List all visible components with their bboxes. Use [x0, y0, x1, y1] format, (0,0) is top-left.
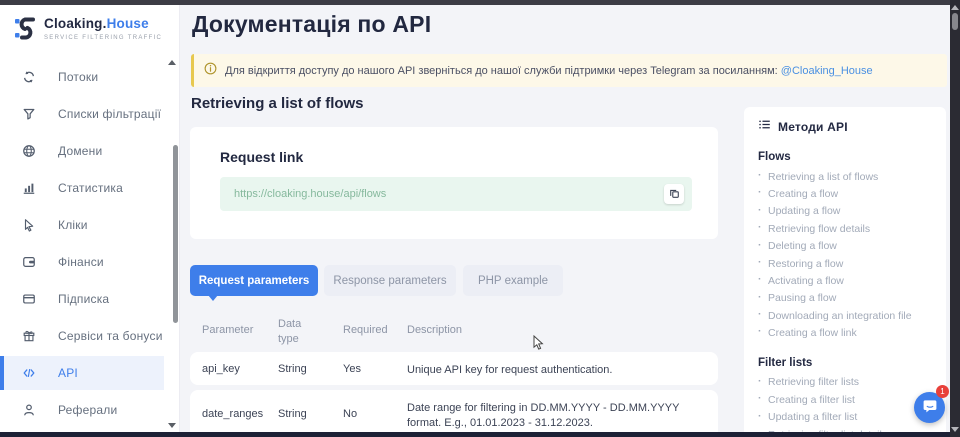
- banner-text: Для відкриття доступу до нашого API звер…: [225, 65, 873, 77]
- method-link[interactable]: Activating a flow: [758, 272, 934, 289]
- sidebar-item-subscription[interactable]: Підписка: [0, 280, 180, 317]
- main-content: Документація по API Для відкриття доступ…: [180, 5, 950, 432]
- sidebar-item-api[interactable]: API: [0, 356, 164, 390]
- sidebar-item-label: Списки фільтрації: [58, 107, 161, 121]
- method-link[interactable]: Deleting a flow: [758, 238, 934, 255]
- request-url: https://cloaking.house/api/flows: [234, 188, 664, 200]
- sidebar-item-domains[interactable]: Домени: [0, 132, 180, 169]
- copy-button[interactable]: [664, 184, 684, 204]
- scroll-up-arrow[interactable]: [951, 5, 959, 10]
- cell-parameter: api_key: [202, 363, 240, 375]
- methods-panel-title: Методи API: [778, 120, 848, 134]
- copy-icon: [669, 187, 680, 202]
- cell-data-type: String: [278, 363, 307, 375]
- info-banner: Для відкриття доступу до нашого API звер…: [191, 54, 947, 87]
- flows-icon: [21, 69, 36, 84]
- sidebar-item-referrals[interactable]: Реферали: [0, 391, 180, 428]
- cell-description: Date range for filtering in DD.MM.YYYY -…: [407, 401, 703, 431]
- page-title: Документація по API: [192, 11, 431, 38]
- window-top-strip: [0, 0, 960, 5]
- method-link[interactable]: Retrieving flow details: [758, 220, 934, 237]
- sidebar-item-label: Підписка: [58, 292, 109, 306]
- column-header-parameter: Parameter: [202, 324, 253, 336]
- cursor-icon: [21, 217, 36, 232]
- method-link[interactable]: Pausing a flow: [758, 290, 934, 307]
- request-link-card: Request link https://cloaking.house/api/…: [190, 127, 718, 239]
- parameter-tabs: Request parameters Response parameters P…: [190, 265, 563, 296]
- logo[interactable]: Cloaking.House SERVICE FILTERING TRAFFIC: [14, 15, 162, 47]
- cell-required: Yes: [343, 363, 361, 375]
- method-link[interactable]: Retrieving a list of flows: [758, 168, 934, 185]
- cell-description: Unique API key for request authenticatio…: [407, 363, 703, 378]
- tab-response-parameters[interactable]: Response parameters: [324, 265, 456, 296]
- cell-parameter: date_ranges: [202, 408, 263, 420]
- cell-data-type: String: [278, 408, 307, 420]
- globe-icon: [21, 143, 36, 158]
- table-row: api_key String Yes Unique API key for re…: [190, 352, 718, 385]
- sidebar-item-services[interactable]: Сервіси та бонуси: [0, 317, 180, 354]
- person-icon: [21, 402, 36, 417]
- sidebar-item-label: Потоки: [58, 70, 98, 84]
- sidebar-item-clicks[interactable]: Кліки: [0, 206, 180, 243]
- cloaking-house-logo-icon: [14, 15, 37, 47]
- sidebar-item-label: Кліки: [58, 218, 88, 232]
- filter-icon: [21, 106, 36, 121]
- code-icon: [21, 366, 36, 381]
- method-link[interactable]: Retrieving filter lists: [758, 374, 934, 391]
- table-header: Parameter Data type Required Description: [190, 315, 718, 349]
- chat-notification-badge: 1: [936, 385, 949, 398]
- telegram-link[interactable]: @Cloaking_House: [781, 65, 873, 77]
- sidebar-item-flows[interactable]: Потоки: [0, 58, 180, 95]
- group-title-filter-lists: Filter lists: [758, 357, 934, 369]
- tab-php-example[interactable]: PHP example: [463, 265, 563, 296]
- methods-panel-header: Методи API: [758, 118, 934, 136]
- method-link[interactable]: Downloading an integration file: [758, 307, 934, 324]
- credit-card-icon: [21, 291, 36, 306]
- request-link-title: Request link: [220, 149, 303, 165]
- sidebar-scrollbar-thumb[interactable]: [173, 145, 178, 323]
- sidebar-scroll-up-arrow[interactable]: [168, 60, 176, 65]
- sidebar-item-statistics[interactable]: Статистика: [0, 169, 180, 206]
- list-icon: [758, 118, 771, 136]
- window-bottom-strip: [0, 432, 960, 437]
- logo-name: Cloaking.House: [44, 16, 149, 31]
- logo-tagline: SERVICE FILTERING TRAFFIC: [44, 35, 162, 41]
- column-header-data-type: Data type: [278, 317, 320, 348]
- column-header-description: Description: [407, 324, 462, 336]
- request-url-box[interactable]: https://cloaking.house/api/flows: [220, 177, 692, 211]
- bar-chart-icon: [21, 180, 36, 195]
- scrollbar-thumb[interactable]: [952, 13, 958, 30]
- section-title: Retrieving a list of flows: [191, 95, 364, 112]
- group-title-flows: Flows: [758, 151, 934, 163]
- api-methods-panel: Методи API Flows Retrieving a list of fl…: [744, 107, 946, 432]
- sidebar-item-label: Статистика: [58, 181, 123, 195]
- method-link[interactable]: Updating a filter list: [758, 409, 934, 426]
- info-icon: [204, 62, 217, 80]
- sidebar-item-filter-lists[interactable]: Списки фільтрації: [0, 95, 180, 132]
- column-header-required: Required: [343, 324, 388, 336]
- sidebar-scroll-down-arrow[interactable]: [168, 423, 176, 428]
- sidebar-item-label: Сервіси та бонуси: [58, 329, 163, 343]
- method-link[interactable]: Updating a flow: [758, 203, 934, 220]
- method-link[interactable]: Creating a filter list: [758, 391, 934, 408]
- sidebar-item-finance[interactable]: Фінанси: [0, 243, 180, 280]
- sidebar-item-label: Домени: [58, 144, 102, 158]
- sidebar-item-label: Реферали: [58, 403, 117, 417]
- sidebar-item-label: Фінанси: [58, 255, 104, 269]
- sidebar: Cloaking.House SERVICE FILTERING TRAFFIC…: [0, 5, 180, 432]
- gift-icon: [21, 328, 36, 343]
- wallet-icon: [21, 254, 36, 269]
- method-link[interactable]: Restoring a flow: [758, 255, 934, 272]
- scroll-down-arrow[interactable]: [951, 427, 959, 432]
- method-link[interactable]: Creating a flow link: [758, 324, 934, 341]
- sidebar-nav: Потоки Списки фільтрації Домени Статисти…: [0, 58, 180, 428]
- sidebar-item-label: API: [58, 366, 78, 380]
- page-scrollbar[interactable]: [950, 0, 960, 437]
- table-row: date_ranges String No Date range for fil…: [190, 390, 718, 432]
- cell-required: No: [343, 408, 357, 420]
- tab-request-parameters[interactable]: Request parameters: [190, 265, 318, 296]
- chat-bubble-icon: [922, 398, 938, 417]
- method-link[interactable]: Creating a flow: [758, 185, 934, 202]
